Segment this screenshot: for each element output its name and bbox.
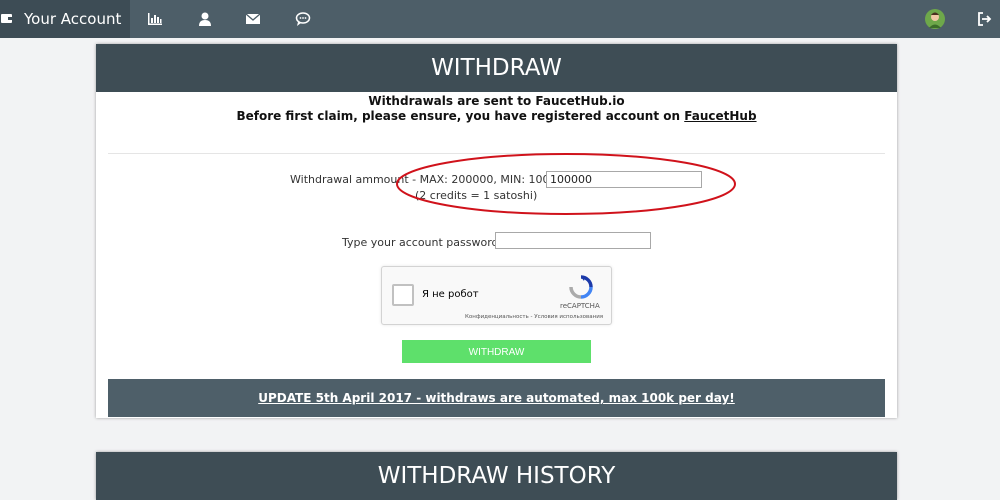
stats-icon[interactable]	[147, 11, 163, 27]
recaptcha-brand: reCAPTCHA	[560, 302, 600, 310]
your-account-tab[interactable]: Your Account	[0, 0, 130, 38]
withdrawal-amount-input[interactable]	[546, 171, 702, 188]
withdraw-panel: WITHDRAW Withdrawals are sent to FaucetH…	[96, 44, 897, 418]
logout-icon[interactable]	[978, 12, 992, 26]
recaptcha-label: Я не робот	[422, 289, 479, 300]
withdraw-history-panel: WITHDRAW HISTORY	[96, 452, 897, 500]
password-input[interactable]	[495, 232, 651, 249]
update-notice[interactable]: UPDATE 5th April 2017 - withdraws are au…	[108, 379, 885, 417]
recaptcha-checkbox[interactable]	[392, 284, 414, 306]
withdrawal-amount-label: Withdrawal ammount - MAX: 200000, MIN: 1…	[290, 173, 571, 186]
withdraw-title: WITHDRAW	[96, 44, 897, 92]
password-label: Type your account password:	[342, 236, 503, 249]
user-icon[interactable]	[197, 11, 213, 27]
wallet-icon	[1, 14, 12, 23]
avatar[interactable]	[925, 9, 945, 29]
recaptcha-widget: Я не робот reCAPTCHA Конфиденциальность …	[381, 266, 612, 325]
withdraw-button[interactable]: WITHDRAW	[402, 340, 591, 363]
withdrawals-info: Withdrawals are sent to FaucetHub.io	[368, 94, 625, 108]
your-account-label: Your Account	[24, 10, 122, 28]
top-navbar: Your Account	[0, 0, 1000, 38]
credits-note: (2 credits = 1 satoshi)	[415, 189, 538, 202]
register-info-text: Before first claim, please ensure, you h…	[236, 109, 685, 123]
recaptcha-logo-icon	[569, 275, 593, 299]
chat-icon[interactable]	[295, 11, 311, 27]
recaptcha-legal-links[interactable]: Конфиденциальность - Условия использован…	[465, 314, 603, 320]
register-info: Before first claim, please ensure, you h…	[96, 109, 897, 123]
withdraw-history-title: WITHDRAW HISTORY	[96, 452, 897, 500]
divider	[108, 153, 885, 154]
mail-icon[interactable]	[245, 11, 261, 27]
faucethub-link[interactable]: FaucetHub	[684, 109, 756, 123]
